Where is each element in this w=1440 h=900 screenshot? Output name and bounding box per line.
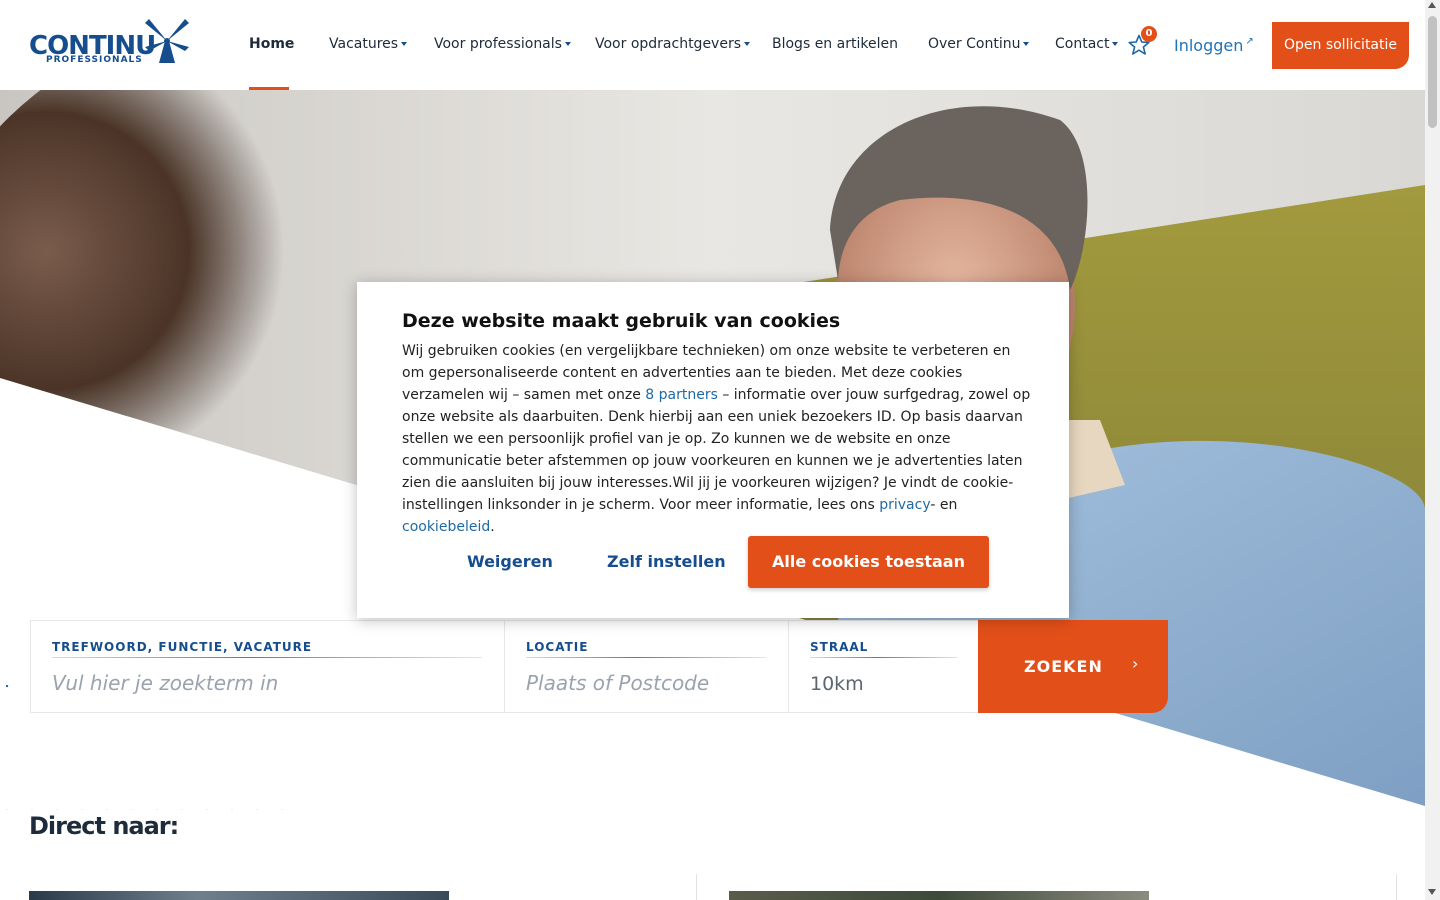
nav-item-label: Voor opdrachtgevers — [595, 36, 742, 52]
keyword-input[interactable]: Vul hier je zoekterm in — [52, 671, 278, 695]
cookie-text-part: – informatie over jouw surfgedrag, zowel… — [402, 387, 1031, 513]
cookie-dialog-title: Deze website maakt gebruik van cookies — [402, 310, 841, 332]
privacy-link[interactable]: privacy — [879, 497, 930, 513]
search-button-label: ZOEKEN — [1024, 657, 1103, 676]
section-heading-direct: Direct naar: — [29, 812, 179, 840]
location-input[interactable]: Plaats of Postcode — [526, 671, 709, 695]
field-underline — [526, 657, 766, 658]
login-label: Inloggen — [1174, 36, 1244, 55]
logo[interactable]: CONTINU PROFESSIONALS — [29, 17, 191, 65]
nav-item-label: Over Continu — [928, 36, 1021, 52]
scroll-up-icon[interactable] — [1428, 2, 1436, 8]
open-sollicitatie-button[interactable]: Open sollicitatie — [1272, 22, 1409, 69]
field-underline — [810, 657, 958, 658]
windmill-icon — [145, 19, 189, 63]
caret-down-icon — [1023, 42, 1030, 46]
radius-label: STRAAL — [810, 640, 869, 654]
logo-tagline: PROFESSIONALS — [46, 55, 143, 65]
cookie-policy-link[interactable]: cookiebeleid — [402, 519, 490, 535]
reject-cookies-button[interactable]: Weigeren — [467, 552, 553, 571]
scroll-down-icon[interactable] — [1428, 889, 1436, 895]
column-divider — [696, 874, 697, 900]
accept-all-cookies-button[interactable]: Alle cookies toestaan — [748, 536, 989, 588]
location-field[interactable]: LOCATIE Plaats of Postcode — [504, 620, 789, 713]
nav-item-voor-professionals[interactable]: Voor professionals — [434, 36, 571, 52]
direct-card-image[interactable] — [729, 891, 1149, 900]
keyword-label: TREFWOORD, FUNCTIE, VACATURE — [52, 640, 313, 654]
direct-card-image[interactable] — [29, 891, 449, 900]
nav-item-blogs[interactable]: Blogs en artikelen — [772, 36, 898, 52]
radius-select[interactable]: 10km — [810, 673, 864, 695]
page-scrollbar[interactable] — [1425, 0, 1440, 900]
site-header: CONTINU PROFESSIONALS Home Vacatures Voo… — [0, 0, 1425, 90]
nav-item-home[interactable]: Home — [249, 36, 294, 52]
active-nav-indicator — [249, 87, 289, 90]
caret-down-icon — [744, 42, 751, 46]
cookie-settings-button[interactable]: Zelf instellen — [607, 552, 726, 571]
column-divider — [1396, 874, 1397, 900]
radius-field[interactable]: STRAAL 10km — [788, 620, 979, 713]
nav-item-label: Vacatures — [329, 36, 399, 52]
nav-item-label: Home — [249, 36, 295, 52]
cookie-text-part: - en — [930, 497, 958, 513]
nav-item-contact[interactable]: Contact — [1055, 36, 1119, 52]
cookie-dialog-text: Wij gebruiken cookies (en vergelijkbare … — [402, 340, 1032, 538]
nav-item-label: Contact — [1055, 36, 1110, 52]
partners-link[interactable]: 8 partners — [645, 387, 718, 403]
search-button[interactable]: ZOEKEN › — [978, 620, 1168, 713]
caret-down-icon — [1112, 42, 1119, 46]
nav-item-voor-opdrachtgevers[interactable]: Voor opdrachtgevers — [595, 36, 751, 52]
caret-down-icon — [564, 42, 571, 46]
nav-item-label: Voor professionals — [434, 36, 562, 52]
keyword-field[interactable]: TREFWOORD, FUNCTIE, VACATURE Vul hier je… — [30, 620, 505, 713]
cookie-consent-dialog: Deze website maakt gebruik van cookies W… — [357, 282, 1069, 618]
field-underline — [52, 657, 482, 658]
scrollbar-thumb[interactable] — [1428, 16, 1437, 128]
chevron-right-icon: › — [1132, 654, 1139, 673]
external-link-icon: ↗ — [1245, 36, 1254, 47]
caret-down-icon — [401, 42, 408, 46]
nav-item-vacatures[interactable]: Vacatures — [329, 36, 408, 52]
login-link[interactable]: Inloggen ↗ — [1174, 36, 1254, 55]
favorites-count-badge: 0 — [1141, 26, 1157, 42]
cookie-text-part: . — [490, 519, 495, 535]
location-label: LOCATIE — [526, 640, 589, 654]
nav-item-over-continu[interactable]: Over Continu — [928, 36, 1030, 52]
job-search-bar: TREFWOORD, FUNCTIE, VACATURE Vul hier je… — [30, 620, 1168, 713]
nav-item-label: Blogs en artikelen — [772, 36, 898, 52]
